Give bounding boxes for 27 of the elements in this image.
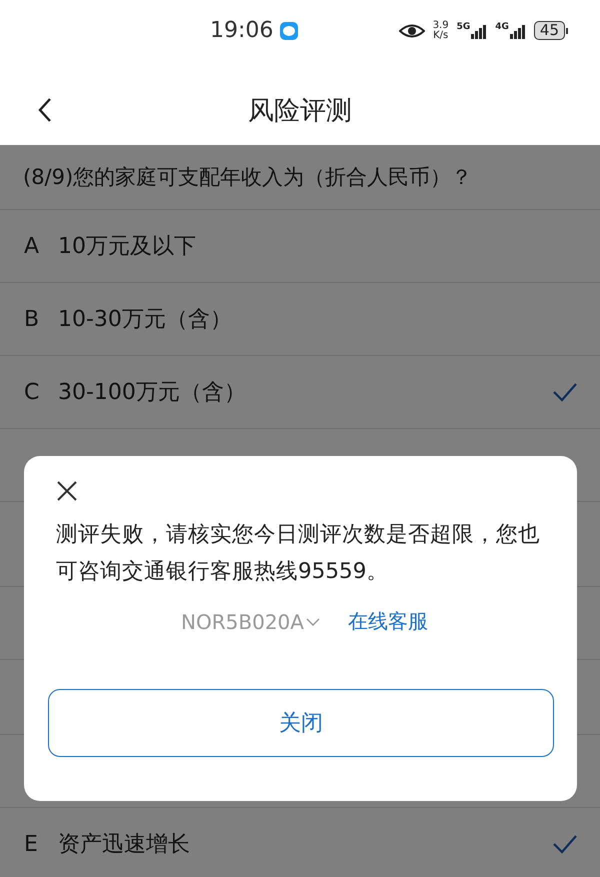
speed-value: 3.9 bbox=[432, 20, 449, 30]
chevron-down-icon bbox=[306, 616, 320, 626]
network-label: 4G bbox=[495, 22, 509, 32]
option-letter: E bbox=[24, 832, 39, 856]
close-button[interactable]: 关闭 bbox=[48, 689, 554, 757]
close-icon[interactable] bbox=[56, 480, 78, 502]
speed-unit: K/s bbox=[433, 30, 448, 40]
clock-time: 19:06 bbox=[210, 18, 274, 43]
option-text[interactable]: 10万元及以下 bbox=[58, 231, 578, 261]
battery-level: 45 bbox=[534, 21, 565, 40]
page-title: 风险评测 bbox=[248, 94, 352, 128]
online-service-link[interactable]: 在线客服 bbox=[348, 608, 428, 635]
option-letter: A bbox=[24, 234, 40, 258]
error-code-dropdown[interactable]: NOR5B020A bbox=[181, 608, 320, 635]
signal-icon bbox=[510, 22, 526, 39]
option-letter: B bbox=[24, 306, 40, 332]
option-letter: C bbox=[24, 380, 40, 404]
message-app-icon bbox=[279, 20, 300, 40]
eye-icon bbox=[398, 22, 425, 38]
question-text: (8/9)您的家庭可支配年收入为（折合人民币）？ bbox=[0, 145, 600, 210]
option-text[interactable]: 10-30万元（含） bbox=[58, 304, 578, 334]
back-icon bbox=[37, 97, 53, 123]
signal-icon bbox=[471, 22, 488, 39]
network-label: 5G bbox=[456, 22, 470, 32]
option-text[interactable]: 资产迅速增长 bbox=[58, 829, 552, 859]
error-message: 测评失败，请核实您今日测评次数是否超限，您也可咨询交通银行客服热线95559。 bbox=[56, 521, 541, 586]
option-text[interactable]: 30-100万元（含） bbox=[58, 377, 552, 407]
